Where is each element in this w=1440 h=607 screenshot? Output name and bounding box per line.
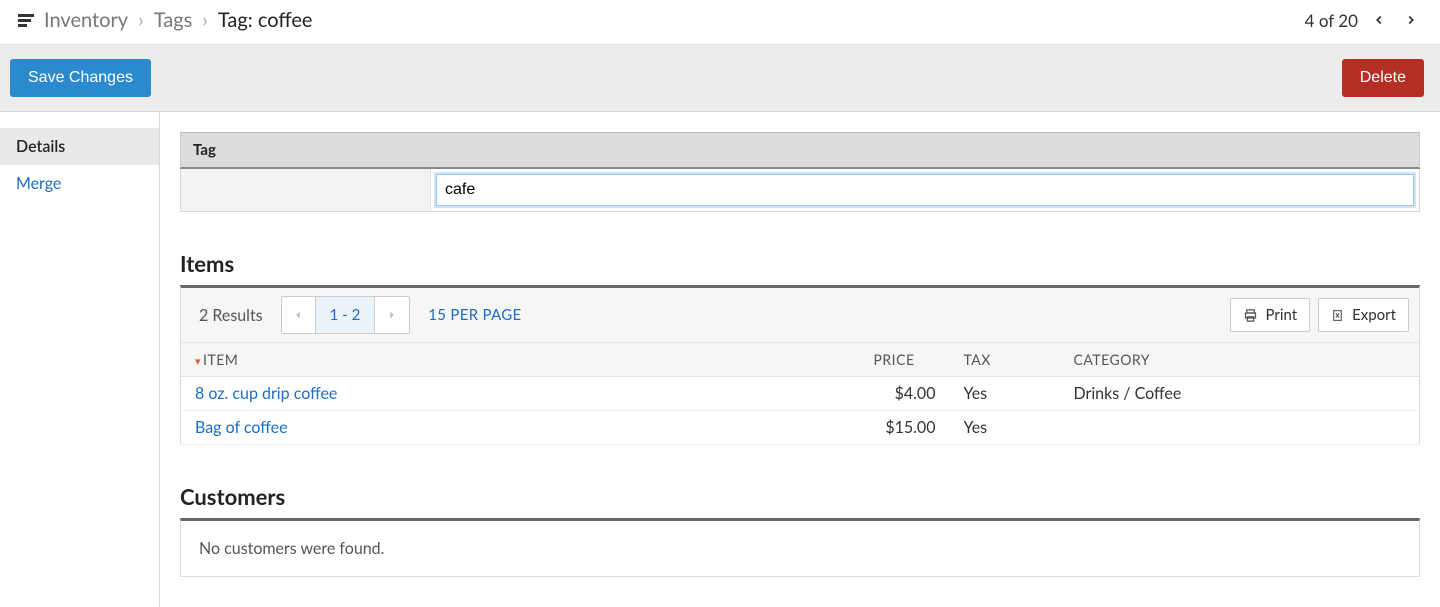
tag-label-cell [181, 169, 431, 211]
breadcrumb-current: Tag: coffee [218, 8, 313, 32]
pager-position: 4 of 20 [1305, 10, 1358, 31]
save-button[interactable]: Save Changes [10, 59, 151, 97]
items-page-prev[interactable] [282, 297, 316, 333]
breadcrumb-inventory[interactable]: Inventory [44, 8, 128, 32]
export-icon [1331, 308, 1344, 323]
breadcrumb: Inventory › Tags › Tag: coffee [18, 8, 312, 32]
pager-prev[interactable] [1368, 9, 1390, 31]
items-page-range[interactable]: 1 - 2 [316, 297, 376, 333]
items-table: ▾ITEM PRICE TAX CATEGORY 8 oz. cup drip … [180, 343, 1420, 445]
item-link[interactable]: 8 oz. cup drip coffee [181, 377, 860, 411]
items-page-next[interactable] [375, 297, 409, 333]
items-heading: Items [180, 250, 1420, 279]
col-item[interactable]: ▾ITEM [181, 343, 860, 377]
items-per-page[interactable]: 15 PER PAGE [428, 306, 521, 324]
print-icon [1243, 308, 1258, 323]
sidebar-item-details[interactable]: Details [0, 128, 159, 165]
inventory-icon [18, 14, 34, 27]
tag-name-input[interactable] [436, 174, 1414, 206]
customers-empty: No customers were found. [180, 518, 1420, 577]
item-tax: Yes [950, 411, 1060, 445]
item-tax: Yes [950, 377, 1060, 411]
items-pagination: 1 - 2 [281, 296, 411, 334]
pager-next[interactable] [1400, 9, 1422, 31]
breadcrumb-tags[interactable]: Tags [154, 8, 193, 32]
col-tax[interactable]: TAX [950, 343, 1060, 377]
table-row: 8 oz. cup drip coffee $4.00 Yes Drinks /… [181, 377, 1420, 411]
item-price: $15.00 [860, 411, 950, 445]
chevron-right-icon: › [202, 8, 208, 32]
delete-button[interactable]: Delete [1342, 59, 1424, 97]
item-link[interactable]: Bag of coffee [181, 411, 860, 445]
item-price: $4.00 [860, 377, 950, 411]
print-button[interactable]: Print [1230, 298, 1311, 332]
customers-heading: Customers [180, 483, 1420, 512]
item-category [1060, 411, 1420, 445]
col-price[interactable]: PRICE [860, 343, 950, 377]
export-button[interactable]: Export [1318, 298, 1409, 332]
items-result-count: 2 Results [199, 306, 263, 325]
sidebar-item-merge[interactable]: Merge [0, 165, 159, 202]
table-row: Bag of coffee $15.00 Yes [181, 411, 1420, 445]
record-pager: 4 of 20 [1305, 9, 1422, 31]
sort-desc-icon: ▾ [195, 355, 201, 368]
tag-panel-header: Tag [180, 132, 1420, 169]
col-category[interactable]: CATEGORY [1060, 343, 1420, 377]
item-category: Drinks / Coffee [1060, 377, 1420, 411]
sidebar: Details Merge [0, 112, 160, 607]
chevron-right-icon: › [138, 8, 144, 32]
